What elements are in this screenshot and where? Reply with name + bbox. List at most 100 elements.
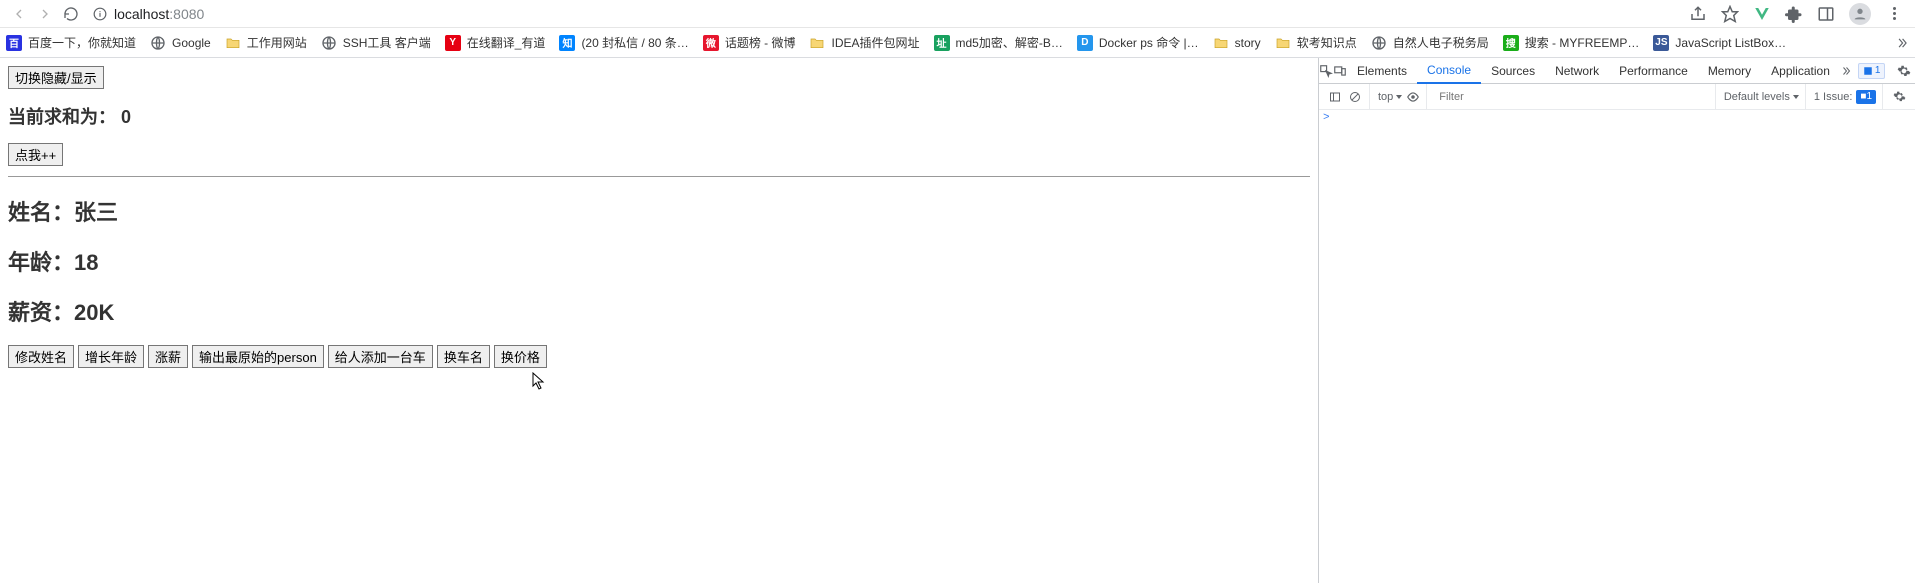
site-info-icon[interactable] (92, 6, 108, 22)
bookmark-favicon: 百 (6, 35, 22, 51)
profile-avatar[interactable] (1849, 3, 1871, 25)
live-expression-icon[interactable] (1406, 90, 1420, 104)
devtools-panel: ElementsConsoleSourcesNetworkPerformance… (1318, 58, 1915, 583)
browser-menu-icon[interactable] (1885, 5, 1903, 23)
bookmark-label: 搜索 - MYFREEMP… (1525, 34, 1640, 51)
console-output[interactable]: > (1319, 110, 1915, 583)
bookmarks-bar: 百百度一下，你就知道 Google 工作用网站 SSH工具 客户端 Y在线翻译_有道知 (… (0, 28, 1915, 58)
bookmark-label: JavaScript ListBox… (1675, 36, 1786, 50)
action-button-row: 修改姓名增长年龄涨薪输出最原始的person给人添加一台车换车名换价格 (8, 345, 1310, 368)
name-label: 姓名： (8, 200, 74, 225)
bookmark-favicon: 址 (934, 35, 950, 51)
bookmark-label: SSH工具 客户端 (343, 34, 431, 51)
issues-count-badge[interactable]: ■ 1 (1856, 90, 1876, 104)
side-panel-icon[interactable] (1817, 5, 1835, 23)
bookmark-label: story (1235, 36, 1261, 50)
action-button[interactable]: 增长年龄 (78, 345, 144, 368)
salary-value: 20K (74, 300, 114, 325)
error-badge[interactable]: 1 (1858, 63, 1886, 79)
devtools-tab-performance[interactable]: Performance (1609, 58, 1698, 84)
bookmark-favicon: 搜 (1503, 35, 1519, 51)
sum-value: 0 (121, 107, 131, 127)
bookmark-label: 工作用网站 (247, 34, 307, 51)
bookmark-favicon (321, 35, 337, 51)
salary-heading: 薪资：20K (8, 295, 1310, 327)
bookmark-favicon: Y (445, 35, 461, 51)
vue-devtools-icon[interactable] (1753, 5, 1771, 23)
extensions-icon[interactable] (1785, 5, 1803, 23)
forward-button[interactable] (32, 1, 58, 27)
bookmark-item[interactable]: IDEA插件包网址 (809, 34, 919, 51)
bookmark-favicon: JS (1653, 35, 1669, 51)
action-button[interactable]: 涨薪 (148, 345, 188, 368)
device-toolbar-icon[interactable] (1333, 58, 1347, 84)
url-text: localhost:8080 (114, 6, 204, 22)
bookmark-item[interactable]: 工作用网站 (225, 34, 307, 51)
bookmark-item[interactable]: Y在线翻译_有道 (445, 34, 546, 51)
bookmark-favicon: D (1077, 35, 1093, 51)
action-button[interactable]: 修改姓名 (8, 345, 74, 368)
bookmark-item[interactable]: SSH工具 客户端 (321, 34, 431, 51)
action-button[interactable]: 换价格 (494, 345, 547, 368)
sum-heading: 当前求和为： 0 (8, 103, 1310, 129)
address-bar[interactable]: localhost:8080 (92, 2, 1689, 26)
clear-console-icon[interactable] (1347, 89, 1363, 105)
console-filter-input[interactable] (1435, 87, 1709, 107)
bookmark-item[interactable]: Google (150, 35, 211, 51)
devtools-tab-sources[interactable]: Sources (1481, 58, 1545, 84)
issues-label[interactable]: 1 Issue: (1814, 91, 1853, 103)
console-prompt: > (1323, 112, 1330, 124)
divider (8, 176, 1310, 177)
bookmark-label: 软考知识点 (1297, 34, 1357, 51)
context-selector[interactable]: top (1378, 91, 1402, 103)
bookmark-favicon (1213, 35, 1229, 51)
name-value: 张三 (74, 200, 118, 225)
bookmark-item[interactable]: 知 (20 封私信 / 80 条… (559, 34, 688, 51)
console-sidebar-toggle-icon[interactable] (1327, 89, 1343, 105)
bookmark-favicon (150, 35, 166, 51)
sum-label: 当前求和为： (8, 107, 116, 127)
bookmark-label: IDEA插件包网址 (831, 34, 919, 51)
page-content: 切换隐藏/显示 当前求和为： 0 点我++ 姓名：张三 年龄：18 薪资：20K… (0, 58, 1318, 583)
more-tabs-icon[interactable] (1840, 65, 1852, 77)
toolbar-right (1689, 3, 1909, 25)
devtools-settings-icon[interactable] (1891, 58, 1915, 84)
age-value: 18 (74, 250, 98, 275)
salary-label: 薪资： (8, 300, 74, 325)
bookmark-label: 自然人电子税务局 (1393, 34, 1489, 51)
age-heading: 年龄：18 (8, 245, 1310, 277)
bookmark-item[interactable]: 自然人电子税务局 (1371, 34, 1489, 51)
back-button[interactable] (6, 1, 32, 27)
log-levels-selector[interactable]: Default levels (1724, 91, 1799, 103)
devtools-tab-elements[interactable]: Elements (1347, 58, 1417, 84)
devtools-tabs: ElementsConsoleSourcesNetworkPerformance… (1319, 58, 1915, 84)
bookmark-item[interactable]: 微话题榜 - 微博 (703, 34, 796, 51)
action-button[interactable]: 输出最原始的person (192, 345, 324, 368)
bookmark-item[interactable]: 搜搜索 - MYFREEMP… (1503, 34, 1640, 51)
increment-button[interactable]: 点我++ (8, 143, 63, 166)
share-icon[interactable] (1689, 5, 1707, 23)
devtools-tab-memory[interactable]: Memory (1698, 58, 1761, 84)
bookmark-favicon: 知 (559, 35, 575, 51)
bookmark-label: 话题榜 - 微博 (725, 34, 796, 51)
toggle-visibility-button[interactable]: 切换隐藏/显示 (8, 66, 104, 89)
console-settings-icon[interactable] (1891, 89, 1907, 105)
devtools-tab-network[interactable]: Network (1545, 58, 1609, 84)
bookmark-favicon (1275, 35, 1291, 51)
devtools-tab-console[interactable]: Console (1417, 58, 1481, 84)
bookmark-item[interactable]: story (1213, 35, 1261, 51)
inspect-element-icon[interactable] (1319, 58, 1333, 84)
devtools-tab-application[interactable]: Application (1761, 58, 1840, 84)
bookmark-item[interactable]: DDocker ps 命令 |… (1077, 34, 1199, 51)
action-button[interactable]: 换车名 (437, 345, 490, 368)
bookmarks-overflow-icon[interactable] (1895, 36, 1909, 50)
bookmark-item[interactable]: 软考知识点 (1275, 34, 1357, 51)
bookmark-item[interactable]: 址md5加密、解密-B… (934, 34, 1063, 51)
bookmark-favicon (225, 35, 241, 51)
bookmark-item[interactable]: 百百度一下，你就知道 (6, 34, 136, 51)
bookmark-label: (20 封私信 / 80 条… (581, 34, 688, 51)
star-icon[interactable] (1721, 5, 1739, 23)
action-button[interactable]: 给人添加一台车 (328, 345, 433, 368)
reload-button[interactable] (58, 1, 84, 27)
bookmark-item[interactable]: JS JavaScript ListBox… (1653, 35, 1786, 51)
